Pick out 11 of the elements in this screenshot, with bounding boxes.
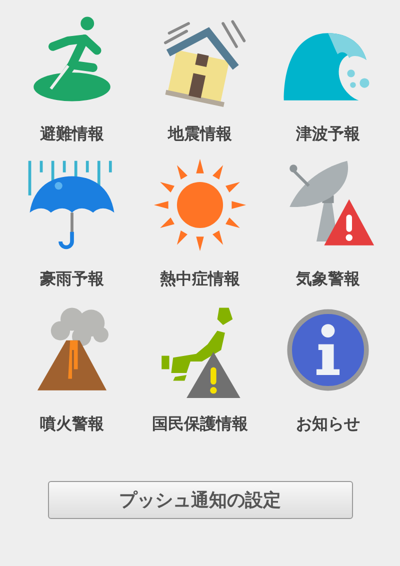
menu-tile[interactable]: 避難情報	[8, 12, 136, 151]
menu-tile[interactable]: 国民保護情報	[136, 302, 264, 441]
menu-tile[interactable]: 熱中症情報	[136, 157, 264, 296]
push-settings-button[interactable]: プッシュ通知の設定	[48, 481, 352, 519]
menu-tile[interactable]: 津波予報	[264, 12, 392, 151]
menu-tile[interactable]: 豪雨予報	[8, 157, 136, 296]
menu-tile[interactable]: お知らせ	[264, 302, 392, 441]
sun-icon	[152, 157, 248, 253]
menu-tile[interactable]: 気象警報	[264, 157, 392, 296]
menu-tile[interactable]: 地震情報	[136, 12, 264, 151]
menu-tile[interactable]: 噴火警報	[8, 302, 136, 441]
